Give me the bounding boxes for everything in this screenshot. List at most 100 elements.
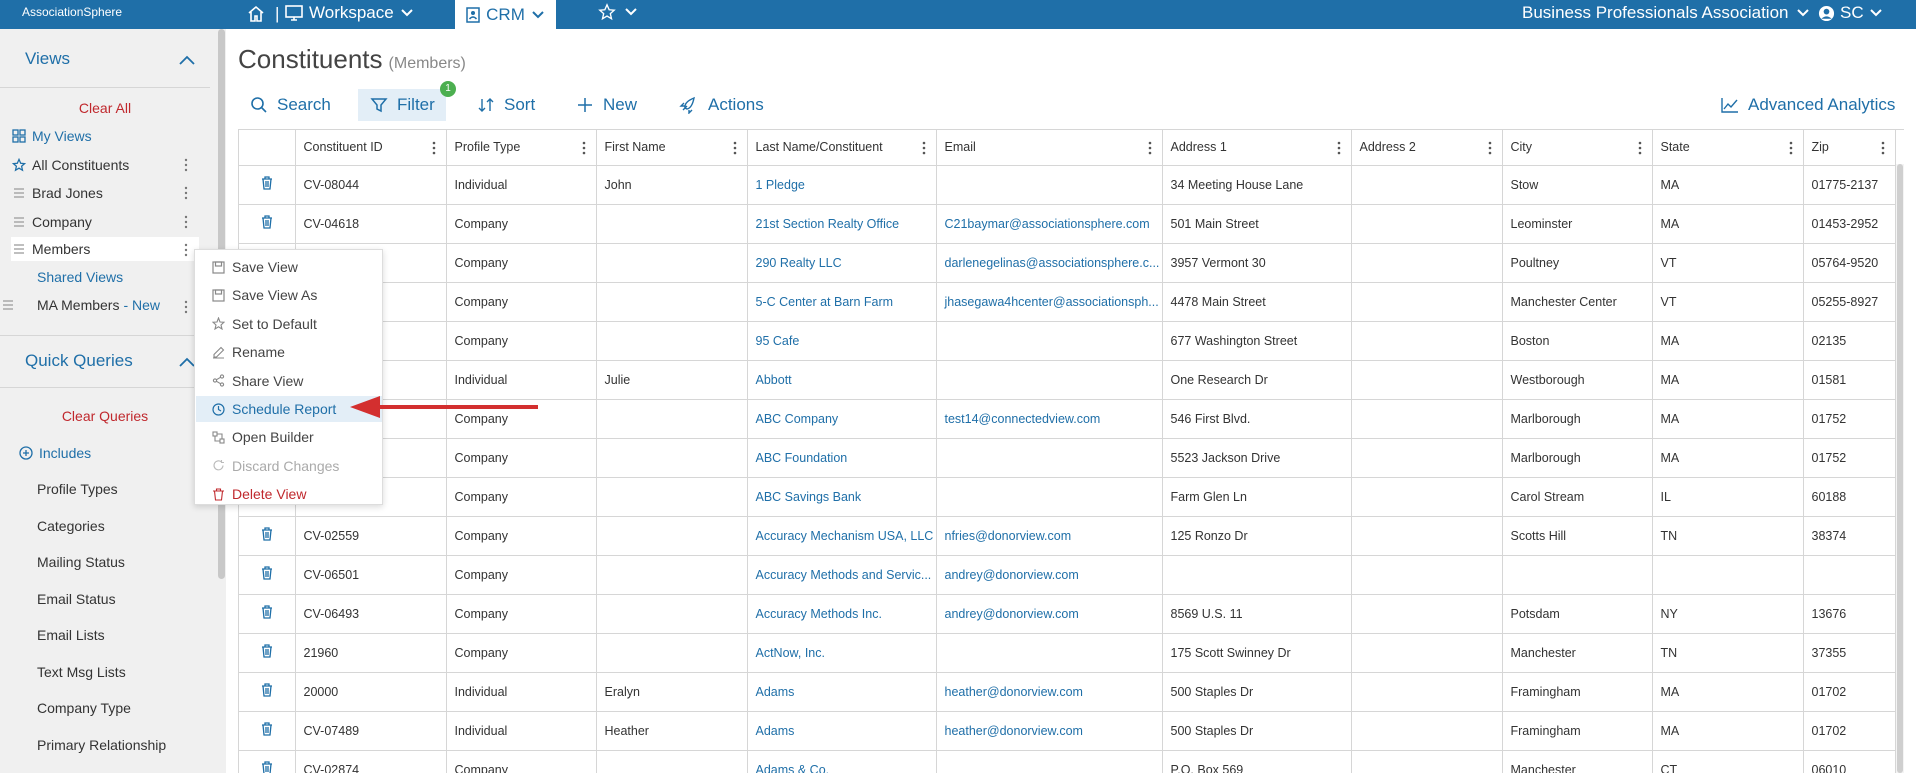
table-row[interactable]: Individual Julie Abbott One Research Dr West…	[239, 360, 1896, 400]
query-item-categories[interactable]: Categories	[11, 514, 199, 538]
table-row[interactable]: CV-06493 Company Accuracy Methods Inc. andr…	[239, 594, 1896, 634]
drag-handle-icon[interactable]	[11, 241, 27, 257]
more-options-icon[interactable]	[182, 158, 190, 172]
menu-item-delete-view[interactable]: Delete View	[196, 481, 382, 507]
sort-button[interactable]: Sort	[477, 89, 535, 121]
quick-queries-heading[interactable]: Quick Queries	[25, 351, 133, 371]
column-menu-icon[interactable]	[1148, 141, 1152, 155]
scrollbar-thumb[interactable]	[1897, 164, 1903, 773]
table-cell-last-name-constituent[interactable]: Adams	[747, 672, 937, 712]
table-cell-email[interactable]: test14@connectedview.com	[936, 399, 1163, 439]
search-button[interactable]: Search	[250, 89, 331, 121]
table-cell-last-name-constituent[interactable]: 5-C Center at Barn Farm	[747, 282, 937, 322]
table-row[interactable]: Company 5-C Center at Barn Farm jhasegawa4…	[239, 282, 1896, 322]
table-cell-last-name-constituent[interactable]: Adams & Co.	[747, 750, 937, 773]
trash-icon[interactable]	[261, 215, 273, 229]
more-options-icon[interactable]	[182, 186, 190, 200]
menu-item-save-view-as[interactable]: Save View As	[196, 282, 382, 308]
sidebar-item-brad-jones[interactable]: Brad Jones	[11, 181, 199, 205]
clear-queries-button[interactable]: Clear Queries	[0, 408, 210, 424]
actions-button[interactable]: Actions	[679, 89, 764, 121]
column-header[interactable]: Constituent ID	[295, 130, 447, 166]
query-item-text-msg-lists[interactable]: Text Msg Lists	[11, 660, 199, 684]
trash-icon[interactable]	[261, 683, 273, 697]
table-row[interactable]: Company 290 Realty LLC darlenegelinas@asso…	[239, 243, 1896, 283]
grid-scrollbar[interactable]	[1896, 164, 1904, 773]
workspace-menu[interactable]: Workspace	[285, 3, 414, 23]
menu-item-open-builder[interactable]: Open Builder	[196, 424, 382, 450]
menu-item-share-view[interactable]: Share View	[196, 368, 382, 394]
more-options-icon[interactable]	[182, 300, 190, 314]
advanced-analytics-button[interactable]: Advanced Analytics	[1721, 89, 1895, 121]
column-menu-icon[interactable]	[922, 141, 926, 155]
trash-icon[interactable]	[261, 644, 273, 658]
trash-icon[interactable]	[261, 566, 273, 580]
table-cell-last-name-constituent[interactable]: Accuracy Methods and Servic...	[747, 555, 937, 595]
column-menu-icon[interactable]	[1488, 141, 1492, 155]
table-cell-email[interactable]: darlenegelinas@associationsphere.c...	[936, 243, 1163, 283]
column-header[interactable]: City	[1502, 130, 1653, 166]
table-cell-last-name-constituent[interactable]: ABC Company	[747, 399, 937, 439]
sidebar-item-ma-members[interactable]: MA Members - New	[0, 293, 188, 317]
home-icon[interactable]	[246, 4, 266, 24]
column-menu-icon[interactable]	[1789, 141, 1793, 155]
menu-item-rename[interactable]: Rename	[196, 339, 382, 365]
table-row[interactable]: CV-02874 Company Adams & Co. P.O. Box 569 Ma…	[239, 750, 1896, 773]
table-cell-last-name-constituent[interactable]: ActNow, Inc.	[747, 633, 937, 673]
favorites-menu[interactable]	[598, 3, 638, 21]
table-row[interactable]: CV-06501 Company Accuracy Methods and Serv…	[239, 555, 1896, 595]
table-row[interactable]: 20000 Individual Eralyn Adams heather@donorv…	[239, 672, 1896, 712]
drag-handle-icon[interactable]	[0, 297, 16, 313]
table-row[interactable]: CV-02559 Company Accuracy Mechanism USA, L…	[239, 516, 1896, 556]
organization-menu[interactable]: Business Professionals Association	[1522, 3, 1810, 23]
chevron-up-icon[interactable]	[178, 54, 196, 66]
table-cell-email[interactable]: andrey@donorview.com	[936, 555, 1163, 595]
app-logo[interactable]: AssociationSphere	[22, 5, 122, 19]
more-options-icon[interactable]	[182, 215, 190, 229]
sidebar-item-members[interactable]: Members	[11, 237, 199, 261]
filter-button[interactable]: Filter	[370, 89, 435, 121]
trash-icon[interactable]	[261, 176, 273, 190]
column-menu-icon[interactable]	[1337, 141, 1341, 155]
column-header[interactable]: Last Name/Constituent	[747, 130, 937, 166]
drag-handle-icon[interactable]	[11, 185, 27, 201]
crm-tab[interactable]: CRM	[455, 0, 556, 29]
views-heading[interactable]: Views	[25, 49, 70, 69]
table-cell-last-name-constituent[interactable]: Accuracy Mechanism USA, LLC	[747, 516, 937, 556]
trash-icon[interactable]	[261, 605, 273, 619]
table-row[interactable]: Company ABC Foundation 5523 Jackson Drive M…	[239, 438, 1896, 478]
table-cell-last-name-constituent[interactable]: Adams	[747, 711, 937, 751]
table-cell-email[interactable]: C21baymar@associationsphere.com	[936, 204, 1163, 244]
column-header[interactable]: Address 1	[1162, 130, 1352, 166]
column-header[interactable]: First Name	[596, 130, 748, 166]
query-item-mailing-status[interactable]: Mailing Status	[11, 550, 199, 574]
table-cell-email[interactable]: nfries@donorview.com	[936, 516, 1163, 556]
sidebar-item-my-views[interactable]: My Views	[11, 124, 199, 148]
column-menu-icon[interactable]	[1881, 141, 1885, 155]
table-cell-email[interactable]: heather@donorview.com	[936, 672, 1163, 712]
table-cell-last-name-constituent[interactable]: 95 Cafe	[747, 321, 937, 361]
table-cell-last-name-constituent[interactable]: ABC Foundation	[747, 438, 937, 478]
table-row[interactable]: CV-07489 Individual Heather Adams heather@do…	[239, 711, 1896, 751]
table-cell-last-name-constituent[interactable]: 290 Realty LLC	[747, 243, 937, 283]
table-cell-email[interactable]: heather@donorview.com	[936, 711, 1163, 751]
table-row[interactable]: Company ABC Savings Bank Farm Glen Ln Carol…	[239, 477, 1896, 517]
includes-toggle[interactable]: Includes	[18, 441, 206, 465]
column-menu-icon[interactable]	[1638, 141, 1642, 155]
trash-icon[interactable]	[261, 527, 273, 541]
column-menu-icon[interactable]	[432, 141, 436, 155]
sidebar-item-shared-views[interactable]: Shared Views	[11, 265, 199, 289]
query-item-email-status[interactable]: Email Status	[11, 587, 199, 611]
column-header[interactable]: Zip	[1803, 130, 1896, 166]
table-cell-last-name-constituent[interactable]: Abbott	[747, 360, 937, 400]
more-options-icon[interactable]	[182, 243, 190, 257]
query-item-email-lists[interactable]: Email Lists	[11, 623, 199, 647]
table-cell-last-name-constituent[interactable]: 1 Pledge	[747, 165, 937, 205]
column-header[interactable]: Profile Type	[446, 130, 597, 166]
column-menu-icon[interactable]	[582, 141, 586, 155]
trash-icon[interactable]	[261, 761, 273, 773]
sidebar-item-company[interactable]: Company	[11, 210, 199, 234]
query-item-company-type[interactable]: Company Type	[11, 696, 199, 720]
menu-item-set-to-default[interactable]: Set to Default	[196, 311, 382, 337]
table-cell-last-name-constituent[interactable]: ABC Savings Bank	[747, 477, 937, 517]
